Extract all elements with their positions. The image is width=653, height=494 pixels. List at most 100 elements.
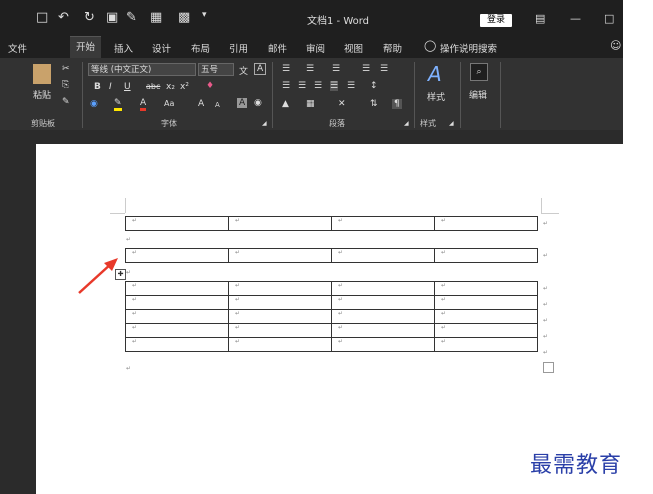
print-icon[interactable]: ▩ <box>178 10 190 25</box>
bold-button[interactable]: B <box>94 82 101 92</box>
table-cell[interactable]: ↵ <box>228 216 332 231</box>
highlight-icon[interactable]: ✎ <box>114 98 122 111</box>
customize-icon[interactable]: ▾ <box>202 10 207 20</box>
paste-icon[interactable] <box>33 64 51 84</box>
font-size-select[interactable]: 五号 <box>198 63 234 76</box>
table-cell[interactable]: ↵ <box>434 337 538 352</box>
table-cell[interactable]: ↵ <box>228 281 332 296</box>
format-painter-icon[interactable]: ✎ <box>62 97 70 107</box>
table-cell[interactable]: ↵ <box>434 281 538 296</box>
cut-icon[interactable]: ✂ <box>62 64 70 74</box>
table-icon[interactable]: ▦ <box>150 10 162 25</box>
table-cell[interactable]: ↵ <box>228 295 332 310</box>
chinese-layout-icon[interactable]: ✕ <box>338 99 346 109</box>
login-button[interactable]: 登录 <box>480 14 512 27</box>
table-1[interactable]: ↵ ↵ ↵ ↵ <box>125 216 538 231</box>
strikethrough-button[interactable]: abc <box>146 82 160 91</box>
tab-insert[interactable]: 插入 <box>114 41 133 55</box>
tab-file[interactable]: 文件 <box>8 41 27 55</box>
multilevel-list-icon[interactable]: ☰ <box>332 64 340 74</box>
underline-button[interactable]: U <box>124 82 131 92</box>
table-cell[interactable]: ↵ <box>125 337 229 352</box>
save-icon[interactable]: □ <box>36 10 48 25</box>
styles-dialog-launcher-icon[interactable]: ◢ <box>449 120 454 127</box>
table-cell[interactable]: ↵ <box>125 309 229 324</box>
table-2[interactable]: ↵ ↵ ↵ ↵ <box>125 248 538 263</box>
decrease-indent-icon[interactable]: ☰ <box>362 64 370 74</box>
share-icon[interactable]: ☺ <box>610 39 621 52</box>
shading-icon[interactable]: ▲ <box>282 99 289 109</box>
tab-help[interactable]: 帮助 <box>383 41 402 55</box>
char-shading-icon[interactable]: A <box>237 98 248 108</box>
enclose-char-icon[interactable]: ◉ <box>254 98 262 108</box>
table-cell[interactable]: ↵ <box>434 248 538 263</box>
show-marks-icon[interactable]: ¶ <box>392 99 402 109</box>
table-cell[interactable]: ↵ <box>331 216 435 231</box>
justify-icon[interactable]: ☰ <box>330 81 339 91</box>
undo-icon[interactable]: ↶ <box>58 10 69 25</box>
minimize-icon[interactable]: — <box>570 12 581 25</box>
borders-icon[interactable]: ▦ <box>306 99 315 109</box>
tab-design[interactable]: 设计 <box>152 41 171 55</box>
table-cell[interactable]: ↵ <box>434 309 538 324</box>
text-effect-icon[interactable]: ◉ <box>90 99 98 109</box>
table-cell[interactable]: ↵ <box>228 248 332 263</box>
table-cell[interactable]: ↵ <box>331 248 435 263</box>
tab-home[interactable]: 开始 <box>70 36 102 59</box>
subscript-button[interactable]: x₂ <box>166 82 175 92</box>
tell-me-search[interactable]: 操作说明搜索 <box>440 41 497 55</box>
table-cell[interactable]: ↵ <box>331 337 435 352</box>
line-spacing-icon[interactable]: ↕ <box>370 81 378 91</box>
font-dialog-launcher-icon[interactable]: ◢ <box>262 120 267 127</box>
increase-indent-icon[interactable]: ☰ <box>380 64 388 74</box>
redo-icon[interactable]: ↻ <box>84 10 95 25</box>
change-case-button[interactable]: Aa <box>164 99 174 108</box>
table-cell[interactable]: ↵ <box>434 295 538 310</box>
table-cell[interactable]: ↵ <box>125 323 229 338</box>
table-cell[interactable]: ↵ <box>228 309 332 324</box>
char-border-icon[interactable]: A <box>254 63 267 75</box>
superscript-button[interactable]: x² <box>180 82 189 92</box>
ribbon-display-icon[interactable]: ▤ <box>535 12 545 25</box>
editing-button[interactable]: 编辑 <box>469 88 487 101</box>
quick-access-icon[interactable]: ✎ <box>126 10 137 25</box>
distributed-icon[interactable]: ☰ <box>347 81 355 91</box>
tab-layout[interactable]: 布局 <box>191 41 210 55</box>
table-resize-handle[interactable] <box>543 362 554 373</box>
sort-icon[interactable]: ⇅ <box>370 99 378 109</box>
paragraph-dialog-launcher-icon[interactable]: ◢ <box>404 120 409 127</box>
phonetic-icon[interactable]: 文 <box>239 64 248 77</box>
tab-review[interactable]: 审阅 <box>306 41 325 55</box>
table-cell[interactable]: ↵ <box>125 216 229 231</box>
font-name-select[interactable]: 等线 (中文正文) <box>88 63 196 76</box>
table-cell[interactable]: ↵ <box>331 295 435 310</box>
table-cell[interactable]: ↵ <box>331 309 435 324</box>
table-cell[interactable]: ↵ <box>331 281 435 296</box>
table-cell[interactable]: ↵ <box>228 337 332 352</box>
table-cell[interactable]: ↵ <box>228 323 332 338</box>
tab-references[interactable]: 引用 <box>229 41 248 55</box>
editing-icon[interactable]: ⌕ <box>470 63 488 81</box>
new-doc-icon[interactable]: ▣ <box>106 10 118 25</box>
maximize-icon[interactable]: □ <box>604 12 614 25</box>
copy-icon[interactable]: ⎘ <box>62 80 69 90</box>
table-cell[interactable]: ↵ <box>434 323 538 338</box>
align-right-icon[interactable]: ☰ <box>314 81 322 91</box>
table-cell[interactable]: ↵ <box>125 295 229 310</box>
table-cell[interactable]: ↵ <box>331 323 435 338</box>
bullets-icon[interactable]: ☰ <box>282 64 290 74</box>
italic-button[interactable]: I <box>109 82 112 92</box>
tab-view[interactable]: 视图 <box>344 41 363 55</box>
styles-button[interactable]: 样式 <box>427 90 445 103</box>
align-left-icon[interactable]: ☰ <box>282 81 290 91</box>
numbering-icon[interactable]: ☰ <box>306 64 314 74</box>
tab-mailings[interactable]: 邮件 <box>268 41 287 55</box>
table-cell[interactable]: ↵ <box>434 216 538 231</box>
styles-icon[interactable]: A <box>428 62 442 86</box>
paste-label[interactable]: 粘贴 <box>33 88 51 101</box>
table-cell[interactable]: ↵ <box>125 248 229 263</box>
grow-font-button[interactable]: A <box>198 99 204 109</box>
font-color-icon[interactable]: A <box>140 98 147 111</box>
clear-format-icon[interactable]: ♦ <box>206 81 214 91</box>
shrink-font-button[interactable]: A <box>215 101 220 109</box>
